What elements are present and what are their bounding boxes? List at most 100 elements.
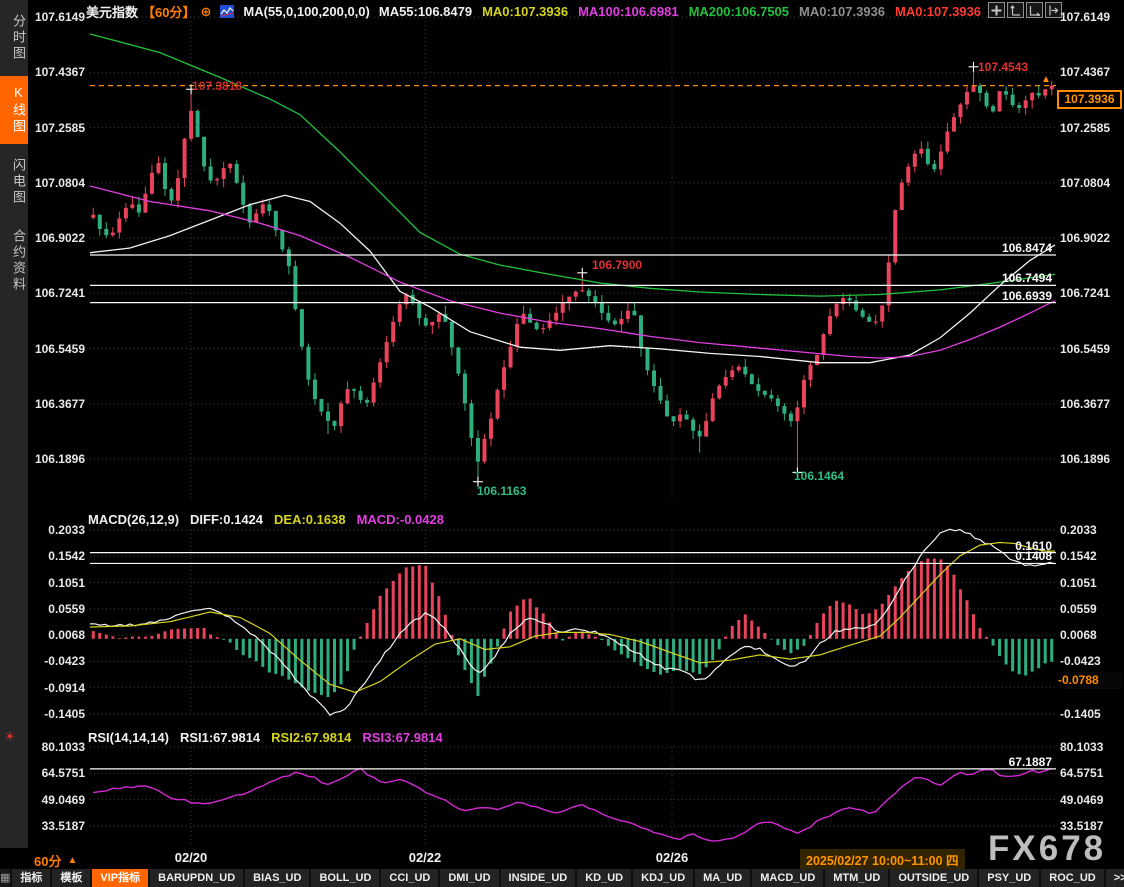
axis-label: 107.6149 xyxy=(26,10,85,24)
chart-canvas[interactable] xyxy=(0,0,1124,887)
period-selector[interactable]: 60分 ▲ xyxy=(34,851,77,870)
period-label[interactable]: 【60分】 xyxy=(142,2,195,21)
bottom-tab-BARUPDN_UD[interactable]: BARUPDN_UD xyxy=(150,869,243,887)
pan-axis-icon[interactable] xyxy=(1026,2,1043,18)
hline-value-label: 106.7494 xyxy=(962,271,1052,285)
x-axis-date-label: 02/22 xyxy=(409,850,442,865)
axis-label: 106.5459 xyxy=(1060,342,1122,356)
price-extreme-label: 107.4543 xyxy=(978,60,1028,74)
axis-label: -0.1405 xyxy=(1060,707,1122,721)
ma-legend-item: MA55:106.8479 xyxy=(379,4,472,19)
x-axis-date-label: 02/26 xyxy=(656,850,689,865)
bottom-tab-模板[interactable]: 模板 xyxy=(52,869,90,887)
sidebar-tab-1[interactable]: 分时图 xyxy=(0,5,28,71)
chart-toolbar xyxy=(988,2,1062,18)
ma-settings: MA(55,0,100,200,0,0) xyxy=(243,4,369,19)
sidebar: 分时图 K线图闪电图合约资料 xyxy=(0,0,28,848)
bottom-tab-BOLL_UD[interactable]: BOLL_UD xyxy=(311,869,379,887)
tabbar-menu-icon[interactable]: ▦ xyxy=(0,869,10,887)
macd-hist-value: MACD:-0.0428 xyxy=(357,512,444,527)
axis-label: 0.1542 xyxy=(1060,549,1122,563)
axis-label: 0.0559 xyxy=(1060,602,1122,616)
main-chart-legend: 美元指数 【60分】 ⊕ MA(55,0,100,200,0,0) MA55:1… xyxy=(86,2,981,21)
move-tool-icon[interactable] xyxy=(988,2,1005,18)
axis-label: 106.1896 xyxy=(26,452,85,466)
session-time-label: 2025/02/27 10:00~11:00 四 xyxy=(800,849,965,870)
axis-label: 80.1033 xyxy=(1060,740,1122,754)
bottom-tab-ROC_UD[interactable]: ROC_UD xyxy=(1041,869,1103,887)
chart-type-icon[interactable] xyxy=(220,5,234,18)
price-extreme-label: 106.1163 xyxy=(477,484,526,498)
macd-current-tag: -0.0788 xyxy=(1058,672,1122,689)
zoom-axis-icon[interactable] xyxy=(1007,2,1024,18)
bottom-tab-BIAS_UD[interactable]: BIAS_UD xyxy=(245,869,309,887)
axis-label: 49.0469 xyxy=(26,793,85,807)
symbol-title: 美元指数 xyxy=(86,2,138,21)
axis-label: 33.5187 xyxy=(1060,819,1122,833)
bottom-tab-DMI_UD[interactable]: DMI_UD xyxy=(440,869,498,887)
ma-legend-item: MA200:106.7505 xyxy=(689,4,789,19)
current-price-tag: 107.3936 xyxy=(1057,90,1122,109)
price-extreme-label: 107.3818 xyxy=(192,79,242,93)
macd-diff-value: DIFF:0.1424 xyxy=(190,512,263,527)
axis-label: 107.0804 xyxy=(1060,176,1122,190)
sidebar-tab-2[interactable]: K线图 xyxy=(0,76,28,144)
axis-label: 107.2585 xyxy=(26,121,85,135)
hline-value-label: 0.1408 xyxy=(962,549,1052,563)
indicator-tabbar: ▦ 指标模板VIP指标BARUPDN_UDBIAS_UDBOLL_UDCCI_U… xyxy=(0,869,1124,887)
x-axis-date-label: 02/20 xyxy=(175,850,208,865)
ma-legend-item: MA100:106.6981 xyxy=(578,4,678,19)
bottom-tab-MA_UD[interactable]: MA_UD xyxy=(695,869,750,887)
axis-label: 0.2033 xyxy=(1060,523,1122,537)
bottom-tab-VIP指标[interactable]: VIP指标 xyxy=(92,869,148,887)
axis-label: 0.2033 xyxy=(26,523,85,537)
axis-label: -0.1405 xyxy=(26,707,85,721)
bottom-tab-指标[interactable]: 指标 xyxy=(12,869,50,887)
link-plus-icon[interactable]: ⊕ xyxy=(200,4,211,20)
rsi-legend: RSI(14,14,14) RSI1:67.9814 RSI2:67.9814 … xyxy=(88,730,443,745)
axis-label: 107.4367 xyxy=(1060,65,1122,79)
bottom-tab-CCI_UD[interactable]: CCI_UD xyxy=(381,869,438,887)
axis-label: 106.5459 xyxy=(26,342,85,356)
sidebar-tab-3[interactable]: 闪电图 xyxy=(0,149,28,215)
hline-value-label: 106.8474 xyxy=(962,241,1052,255)
axis-label: -0.0423 xyxy=(1060,654,1122,668)
axis-label: 0.1542 xyxy=(26,549,85,563)
axis-label: 106.7241 xyxy=(1060,286,1122,300)
brand-watermark: FX678 xyxy=(988,829,1106,869)
rsi3-value: RSI3:67.9814 xyxy=(362,730,442,745)
rsi2-value: RSI2:67.9814 xyxy=(271,730,351,745)
price-tag-arrow-icon: ▲ xyxy=(1041,74,1051,85)
axis-label: 49.0469 xyxy=(1060,793,1122,807)
ma-legend-item: MA0:107.3936 xyxy=(799,4,885,19)
hline-value-label: 106.6939 xyxy=(962,289,1052,303)
price-extreme-label: 106.1464 xyxy=(794,469,844,483)
bottom-tab-KDJ_UD[interactable]: KDJ_UD xyxy=(633,869,693,887)
macd-name: MACD(26,12,9) xyxy=(88,512,179,527)
axis-label: 106.9022 xyxy=(26,231,85,245)
sidebar-tab-4[interactable]: 合约资料 xyxy=(0,220,28,302)
bottom-tab-MACD_UD[interactable]: MACD_UD xyxy=(752,869,823,887)
axis-label: 106.7241 xyxy=(26,286,85,300)
hline-value-label: 67.1887 xyxy=(962,755,1052,769)
rsi1-value: RSI1:67.9814 xyxy=(180,730,260,745)
price-extreme-label: 106.7900 xyxy=(592,258,642,272)
bottom-tab->>[interactable]: >> xyxy=(1106,869,1124,887)
bottom-tab-KD_UD[interactable]: KD_UD xyxy=(577,869,631,887)
axis-label: 107.4367 xyxy=(26,65,85,79)
axis-label: 0.0068 xyxy=(26,628,85,642)
axis-label: 107.2585 xyxy=(1060,121,1122,135)
bottom-tab-OUTSIDE_UD[interactable]: OUTSIDE_UD xyxy=(890,869,977,887)
bottom-tab-INSIDE_UD[interactable]: INSIDE_UD xyxy=(501,869,576,887)
alert-sun-icon[interactable]: ☀ xyxy=(4,729,16,745)
axis-label: 64.5751 xyxy=(26,766,85,780)
axis-label: 0.1051 xyxy=(26,576,85,590)
bottom-tab-MTM_UD[interactable]: MTM_UD xyxy=(825,869,888,887)
rsi-name: RSI(14,14,14) xyxy=(88,730,169,745)
bottom-tab-PSY_UD[interactable]: PSY_UD xyxy=(979,869,1039,887)
axis-label: 106.1896 xyxy=(1060,452,1122,466)
axis-label: 64.5751 xyxy=(1060,766,1122,780)
axis-label: 107.0804 xyxy=(26,176,85,190)
ma-values: MA55:106.8479 MA0:107.3936 MA100:106.6981 M… xyxy=(379,4,981,19)
macd-dea-value: DEA:0.1638 xyxy=(274,512,346,527)
